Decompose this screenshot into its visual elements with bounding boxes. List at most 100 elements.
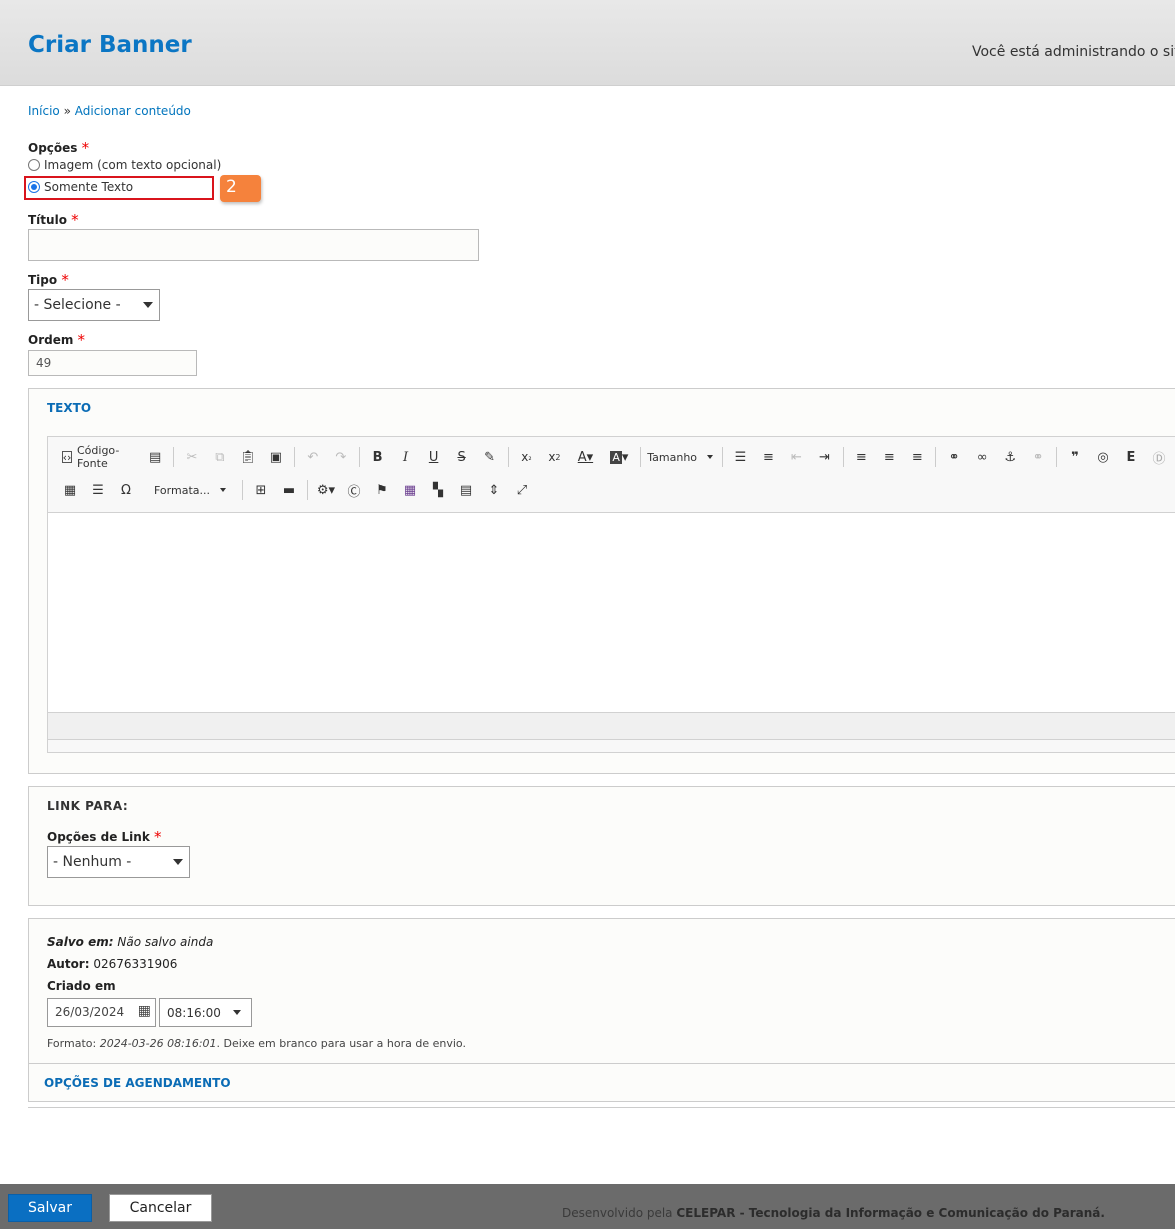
site-admin-text: Você está administrando o site <box>972 44 1175 60</box>
breadcrumb-home-link[interactable]: Início <box>28 104 60 118</box>
italic-icon[interactable]: I <box>394 446 418 468</box>
paste-text-icon[interactable]: ▣ <box>264 446 288 468</box>
anchor-icon[interactable]: ⚓ <box>998 446 1022 468</box>
remove-format-icon[interactable]: ✎ <box>478 446 502 468</box>
link-options-select[interactable]: - Nenhum - <box>47 846 190 878</box>
toolbar-separator <box>293 447 295 467</box>
time-input[interactable]: 08:16:00 <box>159 998 252 1027</box>
flag-icon[interactable]: ⚑ <box>370 479 394 501</box>
order-input[interactable]: 49 <box>28 350 197 376</box>
source-icon: ‹› <box>62 450 72 464</box>
toolbar-separator <box>721 447 723 467</box>
indent-icon[interactable]: ⇥ <box>813 446 837 468</box>
align-center-icon[interactable]: ≡ <box>877 446 901 468</box>
source-button-label: Código-Fonte <box>77 444 120 470</box>
date-input[interactable]: 26/03/2024 ▦ <box>47 998 156 1027</box>
grid-icon[interactable]: ▦ <box>398 479 422 501</box>
link-fieldset: LINK PARA: Opções de Link * - Nenhum - <box>28 786 1175 906</box>
link-options-value: - Nenhum - <box>53 854 132 870</box>
title-label-text: Título <box>28 213 67 227</box>
developer-company: CELEPAR - Tecnologia da Informação e Com… <box>676 1206 1105 1220</box>
options-label-text: Opções <box>28 141 78 155</box>
strike-icon[interactable]: S <box>450 446 474 468</box>
chevron-down-icon <box>707 455 714 459</box>
source-button[interactable]: ‹› Código-Fonte <box>58 444 139 470</box>
saved-value: Não salvo ainda <box>117 935 214 949</box>
developer-prefix: Desenvolvido pela <box>562 1206 677 1220</box>
toolbar-separator <box>358 447 360 467</box>
outdent-icon[interactable]: ⇤ <box>785 446 809 468</box>
format-example: 2024-03-26 08:16:01 <box>99 1037 217 1050</box>
save-button[interactable]: Salvar <box>8 1194 92 1222</box>
cut-icon[interactable]: ✂ <box>180 446 204 468</box>
radio-image-option[interactable]: Imagem (com texto opcional) <box>28 158 221 172</box>
d-icon[interactable]: Ⓓ <box>1147 446 1171 468</box>
chevron-down-icon <box>233 1009 241 1015</box>
radio-image[interactable] <box>28 159 40 171</box>
link-add-icon[interactable]: ⚭ <box>942 446 966 468</box>
gear-icon[interactable]: ⚙▾ <box>314 479 338 501</box>
blockquote-icon[interactable]: ❞ <box>1063 446 1087 468</box>
numbered-list-icon[interactable]: ≡ <box>757 446 781 468</box>
toolbar-separator <box>935 447 937 467</box>
document-icon[interactable]: ▤ <box>454 479 478 501</box>
copy-icon[interactable]: ⧉ <box>208 446 232 468</box>
format-dropdown[interactable]: Formata... <box>154 484 234 497</box>
editor-status-bar <box>48 713 1175 740</box>
order-label-text: Ordem <box>28 333 74 347</box>
align-left-icon[interactable]: ≡ <box>849 446 873 468</box>
paste-icon[interactable]: 📋︎ <box>236 446 260 468</box>
bold-icon[interactable]: B <box>366 446 390 468</box>
maximize-icon[interactable]: ⤢ <box>510 479 534 501</box>
highlight-box <box>24 176 214 200</box>
text-color-icon[interactable]: A▾ <box>570 446 600 468</box>
bullet-list-icon[interactable]: ☰ <box>729 446 753 468</box>
globe-icon[interactable]: ◎ <box>1091 446 1115 468</box>
format-prefix: Formato: <box>47 1037 100 1050</box>
type-select[interactable]: - Selecione - <box>28 289 160 321</box>
hr-icon[interactable]: ☰ <box>86 479 110 501</box>
link-legend: LINK PARA: <box>47 799 129 813</box>
insert-block-icon[interactable]: ⊞ <box>249 479 273 501</box>
bg-color-icon[interactable]: A ▾ <box>604 446 634 468</box>
table-icon[interactable]: ▦ <box>58 479 82 501</box>
remove-link-icon[interactable]: ⚭ <box>1026 446 1050 468</box>
date-value: 26/03/2024 <box>55 1005 125 1019</box>
undo-icon[interactable]: ↶ <box>301 446 325 468</box>
cancel-button[interactable]: Cancelar <box>109 1194 212 1222</box>
templates-icon[interactable]: ▤ <box>143 446 167 468</box>
format-suffix: . Deixe em branco para usar a hora de en… <box>216 1037 466 1050</box>
created-label: Criado em <box>47 979 116 993</box>
breadcrumb-add-content-link[interactable]: Adicionar conteúdo <box>75 104 191 118</box>
calendar-icon[interactable]: ▦ <box>138 1003 151 1019</box>
superscript-icon[interactable]: x2 <box>542 446 566 468</box>
code-box-icon[interactable]: Ⓒ <box>342 479 366 501</box>
type-label: Tipo * <box>28 270 69 289</box>
saved-at-line: Salvo em: Não salvo ainda <box>47 935 213 949</box>
media-icon[interactable]: ▬ <box>277 479 301 501</box>
rich-text-editor: ‹› Código-Fonte ▤ ✂ ⧉ 📋︎ ▣ ↶ ↷ B I U S ✎… <box>47 436 1175 753</box>
schedule-options-link[interactable]: OPÇÕES DE AGENDAMENTO <box>44 1076 231 1090</box>
blocks-icon[interactable]: ▚ <box>426 479 450 501</box>
radio-image-label[interactable]: Imagem (com texto opcional) <box>44 158 221 172</box>
align-right-icon[interactable]: ≡ <box>905 446 929 468</box>
subscript-icon[interactable]: x₂ <box>514 446 538 468</box>
redo-icon[interactable]: ↷ <box>329 446 353 468</box>
e-icon[interactable]: E <box>1119 446 1143 468</box>
underline-icon[interactable]: U <box>422 446 446 468</box>
toolbar-separator <box>1056 447 1057 467</box>
required-mark: * <box>71 211 79 229</box>
page-title: Criar Banner <box>28 32 192 58</box>
time-value: 08:16:00 <box>167 1005 221 1020</box>
size-dropdown[interactable]: Tamanho <box>647 451 714 464</box>
toolbar-separator <box>242 480 243 500</box>
required-mark: * <box>153 828 162 846</box>
link-icon[interactable]: ∞ <box>970 446 994 468</box>
omega-icon[interactable]: Ω <box>114 479 138 501</box>
required-mark: * <box>61 271 69 289</box>
divider <box>28 1107 1175 1108</box>
title-input[interactable] <box>28 229 479 261</box>
editor-content-area[interactable] <box>48 512 1175 713</box>
format-hint: Formato: 2024-03-26 08:16:01. Deixe em b… <box>47 1037 466 1050</box>
page-break-icon[interactable]: ⇕ <box>482 479 506 501</box>
